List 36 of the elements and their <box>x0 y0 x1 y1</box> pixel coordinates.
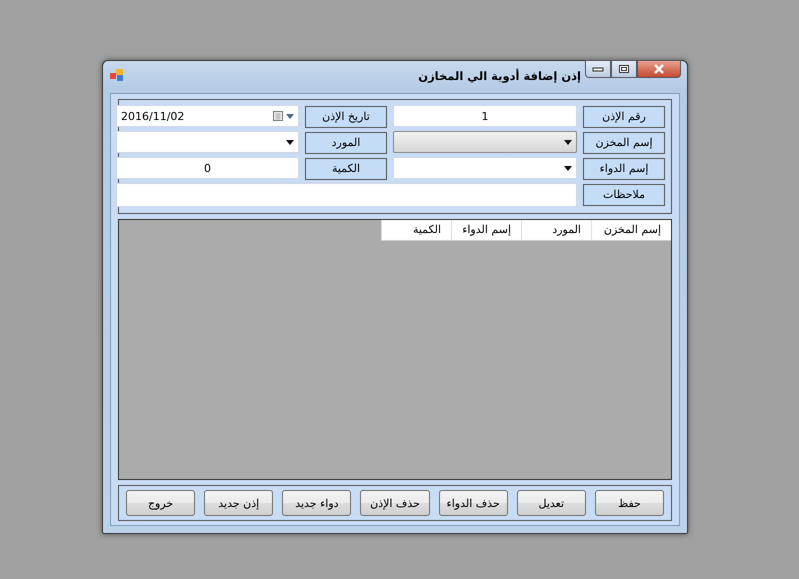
notes-field[interactable] <box>116 183 577 207</box>
date-picker[interactable]: 2016/11/02 <box>116 105 299 127</box>
field-label: إسم الدواء <box>583 158 665 180</box>
dropdown-field[interactable] <box>393 131 577 153</box>
field-label: الكمية <box>305 158 387 180</box>
input-field[interactable]: 1 <box>393 105 577 127</box>
action-button[interactable]: إذن جديد <box>204 490 274 516</box>
maximize-button[interactable] <box>611 60 637 78</box>
field-label: المورد <box>305 132 387 154</box>
close-button[interactable] <box>637 60 681 78</box>
column-header[interactable]: إسم الدواء <box>451 220 521 240</box>
close-icon <box>652 64 666 74</box>
action-button[interactable]: حذف الإذن <box>360 490 430 516</box>
action-button[interactable]: تعديل <box>516 490 586 516</box>
input-field[interactable]: 0 <box>116 157 299 179</box>
field-label: إسم المخزن <box>583 132 665 154</box>
action-button[interactable]: حفظ <box>594 490 664 516</box>
minimize-button[interactable] <box>585 60 611 78</box>
dropdown-arrow-icon <box>286 114 294 118</box>
column-header[interactable]: الكمية <box>381 220 451 240</box>
field-label: رقم الإذن <box>583 106 665 128</box>
dropdown-arrow-icon <box>286 140 294 144</box>
maximize-icon <box>618 64 630 74</box>
column-header[interactable]: المورد <box>521 220 591 240</box>
app-icon <box>110 68 124 82</box>
dropdown-arrow-icon <box>564 166 572 170</box>
minimize-icon <box>592 65 604 73</box>
action-button[interactable]: حذف الدواء <box>438 490 508 516</box>
field-label: ملاحظات <box>583 184 665 206</box>
dropdown-arrow-icon <box>564 140 572 144</box>
action-button[interactable]: دواء جديد <box>282 490 352 516</box>
column-header[interactable]: إسم المخزن <box>591 220 671 240</box>
window-title: إذن إضافة أدوية الي المخازن <box>417 69 582 83</box>
field-label: تاريخ الإذن <box>305 106 387 128</box>
action-button[interactable]: خروج <box>126 490 196 516</box>
calendar-icon <box>273 111 283 121</box>
